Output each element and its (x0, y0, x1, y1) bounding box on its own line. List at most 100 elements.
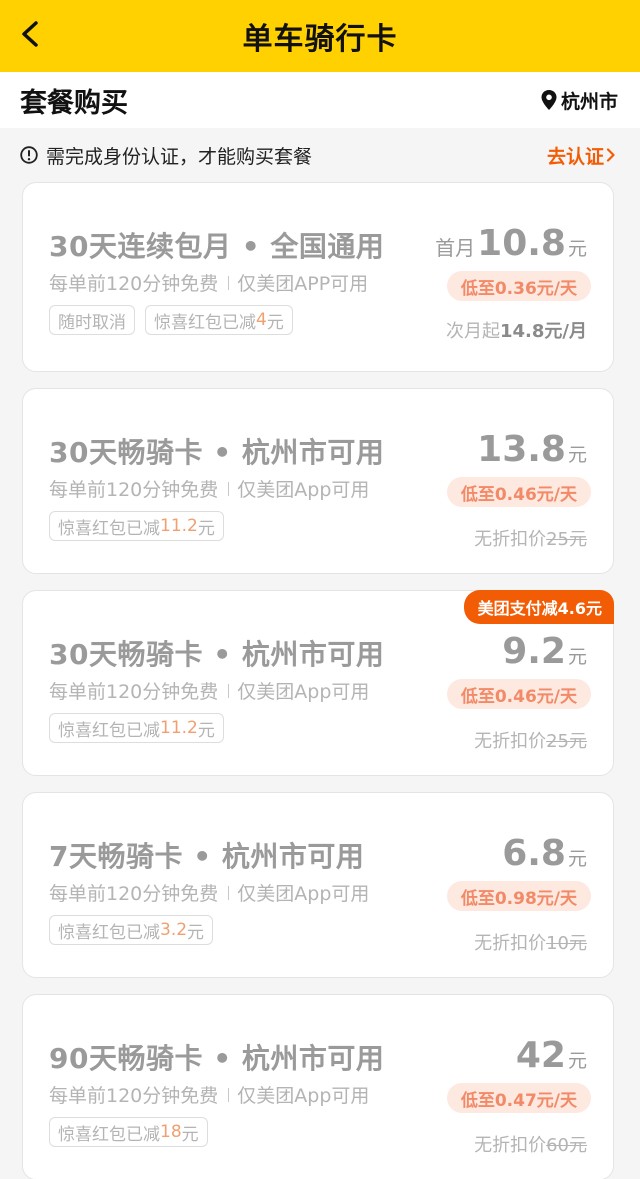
back-button[interactable] (10, 16, 50, 56)
tag-unit: 元 (266, 312, 284, 333)
tag-text: 惊喜红包已减 (58, 720, 160, 741)
price-unit: 元 (567, 848, 587, 870)
daily-price-badge: 低至0.46元/天 (446, 477, 591, 507)
plan-description: 每单前120分钟免费 仅美团App可用 (49, 677, 369, 704)
price-unit: 元 (567, 1050, 587, 1072)
orig-label: 无折扣价 (474, 529, 547, 550)
plan-tags: 惊喜红包已减 3.2 元 (49, 915, 214, 945)
plan-tags: 随时取消 惊喜红包已减 4 元 (49, 305, 293, 335)
city-selector[interactable]: 杭州市 (541, 87, 618, 114)
tag-red-packet: 惊喜红包已减 11.2 元 (49, 713, 224, 743)
plan-card-90day[interactable]: 90天畅骑卡 • 杭州市可用 每单前120分钟免费 仅美团App可用 惊喜红包已减… (22, 994, 614, 1179)
price-prefix: 首月 (435, 236, 476, 260)
tag-value: 18 (160, 1122, 182, 1142)
plan-card-monthly[interactable]: 30天连续包月 • 全国通用 每单前120分钟免费 仅美团APP可用 随时取消 惊… (22, 182, 614, 372)
price-value: 6.8 (502, 833, 566, 874)
original-price: 无折扣价25元 (474, 525, 587, 551)
plan-tags: 惊喜红包已减 11.2 元 (49, 713, 224, 743)
plan-price: 42 元 (516, 1035, 587, 1076)
plan-title: 30天连续包月 • 全国通用 (49, 230, 385, 263)
plan-description: 每单前120分钟免费 仅美团APP可用 (49, 269, 368, 296)
verification-notice: 需完成身份认证，才能购买套餐 去认证 (0, 128, 640, 182)
plan-price: 9.2 元 (502, 631, 587, 672)
tag-text: 惊喜红包已减 (58, 922, 160, 943)
plan-title: 90天畅骑卡 • 杭州市可用 (49, 1042, 385, 1075)
plan-desc-app: 仅美团App可用 (237, 681, 370, 703)
divider (228, 481, 230, 496)
plan-desc-app: 仅美团APP可用 (237, 273, 369, 295)
chevron-left-icon (19, 21, 41, 51)
tag-unit: 元 (197, 720, 215, 741)
original-price: 无折扣价25元 (474, 727, 587, 753)
tag-unit: 元 (181, 1124, 199, 1145)
plan-title: 30天畅骑卡 • 杭州市可用 (49, 436, 385, 469)
tag-value: 11.2 (160, 718, 198, 738)
plan-tags: 惊喜红包已减 11.2 元 (49, 511, 224, 541)
promo-badge: 美团支付减4.6元 (463, 590, 614, 624)
location-pin-icon (541, 90, 557, 110)
orig-value: 25元 (546, 529, 587, 550)
page-title: 单车骑行卡 (242, 22, 398, 57)
plan-desc-free: 每单前120分钟免费 (49, 883, 219, 905)
next-month-price: 次月起14.8元/月 (446, 317, 587, 343)
plan-description: 每单前120分钟免费 仅美团App可用 (49, 475, 369, 502)
plan-desc-free: 每单前120分钟免费 (49, 1085, 219, 1107)
daily-price-badge: 低至0.98元/天 (446, 881, 591, 911)
verify-link-label: 去认证 (546, 145, 604, 168)
original-price: 无折扣价60元 (474, 1131, 587, 1157)
verify-link[interactable]: 去认证 (547, 142, 616, 169)
alert-circle-icon (20, 146, 38, 164)
plan-price: 13.8 元 (477, 429, 587, 470)
tag-value: 3.2 (160, 920, 188, 940)
plan-desc-app: 仅美团App可用 (237, 883, 370, 905)
tag-unit: 元 (187, 922, 205, 943)
plan-desc-free: 每单前120分钟免费 (49, 273, 219, 295)
price-unit: 元 (567, 238, 587, 260)
tag-unit: 元 (197, 518, 215, 539)
daily-price-badge: 低至0.36元/天 (446, 271, 591, 301)
plan-desc-app: 仅美团App可用 (237, 479, 370, 501)
tag-red-packet: 惊喜红包已减 3.2 元 (49, 915, 214, 945)
orig-label: 无折扣价 (474, 1135, 547, 1156)
tag-red-packet: 惊喜红包已减 18 元 (49, 1117, 208, 1147)
tag-red-packet: 惊喜红包已减 4 元 (145, 305, 293, 335)
tag-value: 11.2 (160, 516, 198, 536)
section-title: 套餐购买 (20, 87, 128, 119)
orig-value: 10元 (546, 933, 587, 954)
chevron-right-icon (606, 148, 616, 162)
tag-text: 惊喜红包已减 (58, 518, 160, 539)
price-value: 10.8 (477, 223, 566, 264)
notice-text: 需完成身份认证，才能购买套餐 (46, 145, 313, 168)
orig-value: 60元 (546, 1135, 587, 1156)
divider (228, 885, 230, 900)
plan-card-7day[interactable]: 7天畅骑卡 • 杭州市可用 每单前120分钟免费 仅美团App可用 惊喜红包已减 3… (22, 792, 614, 978)
tag-red-packet: 惊喜红包已减 11.2 元 (49, 511, 224, 541)
divider (228, 275, 230, 290)
tag-text: 惊喜红包已减 (154, 312, 256, 333)
next-prefix: 次月起 (446, 321, 500, 342)
orig-label: 无折扣价 (474, 731, 547, 752)
daily-price-badge: 低至0.47元/天 (446, 1083, 591, 1113)
plan-card-30day[interactable]: 30天畅骑卡 • 杭州市可用 每单前120分钟免费 仅美团App可用 惊喜红包已减… (22, 388, 614, 574)
tag-value: 4 (256, 310, 267, 330)
tag-text: 惊喜红包已减 (58, 1124, 160, 1145)
plan-desc-app: 仅美团App可用 (237, 1085, 370, 1107)
plan-description: 每单前120分钟免费 仅美团App可用 (49, 1081, 369, 1108)
next-price: 14.8元/月 (500, 321, 587, 342)
plan-price: 首月 10.8 元 (435, 223, 587, 264)
plan-price: 6.8 元 (502, 833, 587, 874)
plan-title: 30天畅骑卡 • 杭州市可用 (49, 638, 385, 671)
section-bar: 套餐购买 杭州市 (0, 72, 640, 128)
plan-desc-free: 每单前120分钟免费 (49, 681, 219, 703)
original-price: 无折扣价10元 (474, 929, 587, 955)
divider (228, 683, 230, 698)
daily-price-badge: 低至0.46元/天 (446, 679, 591, 709)
plan-card-30day-promo[interactable]: 美团支付减4.6元 30天畅骑卡 • 杭州市可用 每单前120分钟免费 仅美团Ap… (22, 590, 614, 776)
price-value: 13.8 (477, 429, 566, 470)
price-value: 9.2 (502, 631, 566, 672)
divider (228, 1087, 230, 1102)
tag-cancel-anytime: 随时取消 (49, 305, 135, 335)
price-value: 42 (515, 1035, 566, 1076)
app-header: 单车骑行卡 (0, 0, 640, 72)
price-unit: 元 (567, 646, 587, 668)
